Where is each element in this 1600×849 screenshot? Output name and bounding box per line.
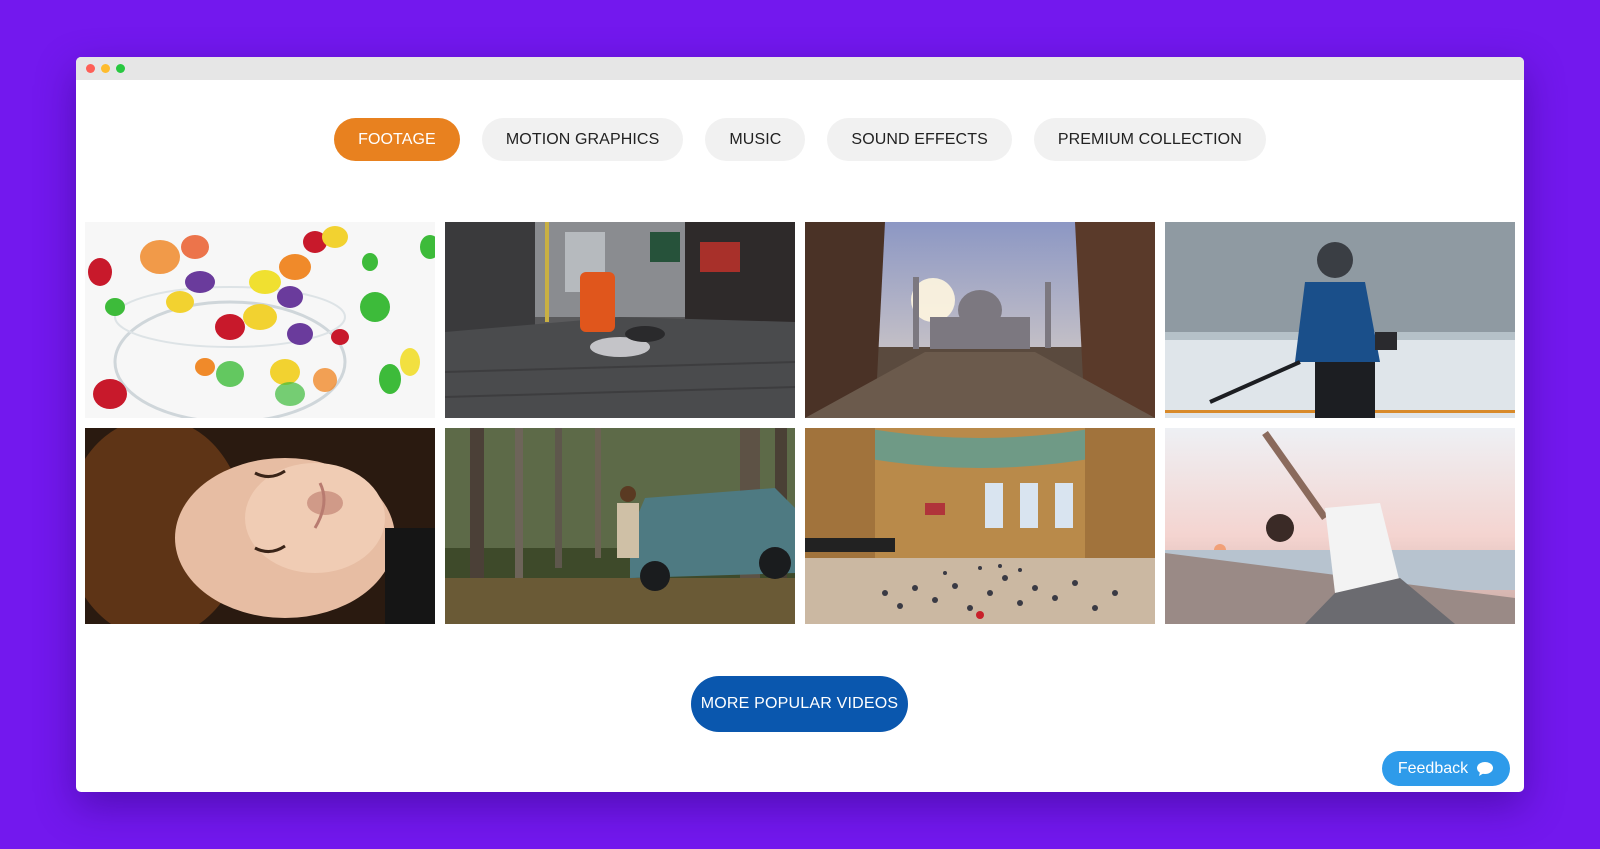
close-window-icon[interactable] — [86, 64, 95, 73]
title-bar — [76, 57, 1524, 80]
video-thumbnail-woman-smiling[interactable] — [85, 428, 435, 624]
browser-window: FOOTAGE MOTION GRAPHICS MUSIC SOUND EFFE… — [76, 57, 1524, 792]
tab-music[interactable]: MUSIC — [705, 118, 806, 161]
feedback-label: Feedback — [1397, 759, 1469, 777]
more-popular-videos-button[interactable]: MORE POPULAR VIDEOS — [691, 676, 908, 732]
video-thumbnail-hockey-player[interactable] — [1165, 222, 1515, 418]
video-thumbnail-jelly-beans[interactable] — [85, 222, 435, 418]
tab-premium-collection[interactable]: PREMIUM COLLECTION — [1033, 118, 1266, 161]
video-thumbnail-city-street[interactable] — [445, 222, 795, 418]
chat-bubble-icon — [1476, 761, 1494, 777]
tab-footage[interactable]: FOOTAGE — [334, 118, 460, 161]
tab-sound-effects[interactable]: SOUND EFFECTS — [827, 118, 1012, 161]
video-grid — [85, 222, 1516, 624]
category-tabs: FOOTAGE MOTION GRAPHICS MUSIC SOUND EFFE… — [76, 118, 1524, 161]
tab-motion-graphics[interactable]: MOTION GRAPHICS — [481, 118, 684, 161]
feedback-button[interactable]: Feedback — [1382, 751, 1510, 786]
video-thumbnail-grand-central[interactable] — [805, 428, 1155, 624]
video-thumbnail-taj-mahal[interactable] — [805, 222, 1155, 418]
maximize-window-icon[interactable] — [116, 64, 125, 73]
video-thumbnail-forest-car[interactable] — [445, 428, 795, 624]
video-thumbnail-yoga-beach[interactable] — [1165, 428, 1515, 624]
minimize-window-icon[interactable] — [101, 64, 110, 73]
